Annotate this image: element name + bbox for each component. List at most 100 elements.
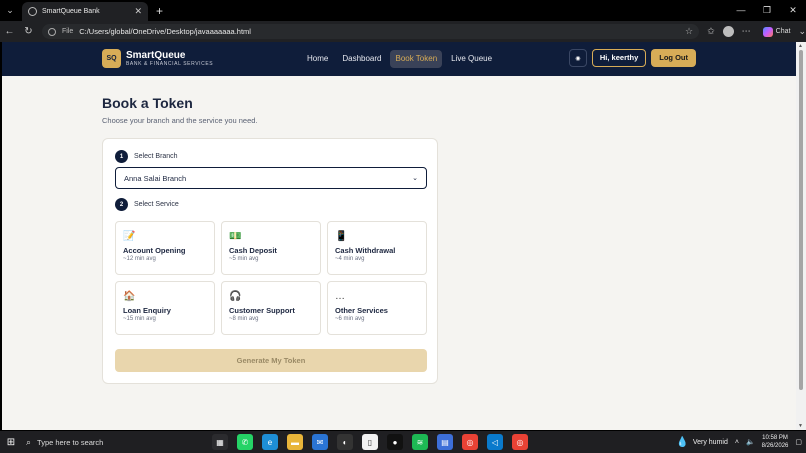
service-cash-deposit[interactable]: 💵 Cash Deposit ~5 min avg <box>221 221 321 275</box>
profile-avatar[interactable] <box>722 26 734 37</box>
reload-icon[interactable]: ↻ <box>19 26 38 37</box>
menu-dots-icon[interactable]: ⋯ <box>742 26 751 37</box>
branch-select[interactable]: Anna Salai Branch ⌄ <box>115 167 427 189</box>
chrome-icon[interactable]: ◎ <box>462 434 478 450</box>
service-name: Loan Enquiry <box>123 306 171 315</box>
service-name: Cash Withdrawal <box>335 246 396 255</box>
tray-chevron-up-icon[interactable]: ˄ <box>735 439 739 446</box>
clock-time: 10:58 PM <box>762 435 788 441</box>
url-scheme: File <box>61 28 74 35</box>
window-close-icon[interactable]: ✕ <box>780 0 806 21</box>
step-label: Select Branch <box>134 153 178 160</box>
service-name: Cash Deposit <box>229 246 277 255</box>
notifications-icon[interactable]: ▢ <box>795 438 802 446</box>
service-name: Customer Support <box>229 306 295 315</box>
scrollbar-thumb[interactable] <box>799 50 803 390</box>
vscode-icon[interactable]: ◁ <box>487 434 503 450</box>
bookmark-star-icon[interactable]: ☆ <box>685 26 693 37</box>
edge-icon[interactable]: e <box>262 434 278 450</box>
back-icon[interactable]: ← <box>0 26 19 37</box>
minimize-icon[interactable]: — <box>728 0 754 21</box>
file-explorer-icon[interactable]: ▬ <box>287 434 303 450</box>
taskbar-search[interactable]: ⌕ Type here to search <box>26 431 172 453</box>
widgets-icon[interactable]: ▤ <box>437 434 453 450</box>
browser-window: ⌄ SmartQueue Bank ✕ + — ❐ ✕ ← ↻ File C:/… <box>0 0 806 453</box>
step-service: 2 Select Service <box>115 198 179 211</box>
brand-name: SmartQueue <box>126 49 186 61</box>
tab-strip: ⌄ SmartQueue Bank ✕ + — ❐ ✕ <box>0 0 806 21</box>
address-bar[interactable]: File C:/Users/global/OneDrive/Desktop/ja… <box>41 24 700 39</box>
user-greeting-button[interactable]: Hi, keerthy <box>591 49 647 67</box>
service-other[interactable]: … Other Services ~6 min avg <box>327 281 427 335</box>
new-tab-icon[interactable]: + <box>156 4 163 18</box>
step-number: 2 <box>115 198 128 211</box>
brand-subtitle: BANK & FINANCIAL SERVICES <box>126 60 214 67</box>
maximize-icon[interactable]: ❐ <box>754 0 780 21</box>
service-time: ~5 min avg <box>229 256 259 262</box>
copilot-icon <box>762 26 773 37</box>
headphones-icon: 🎧 <box>229 291 242 302</box>
step-branch: 1 Select Branch <box>115 150 178 163</box>
tab-title: SmartQueue Bank <box>42 8 100 15</box>
mail-icon[interactable]: ✉ <box>312 434 328 450</box>
nav-links: Home Dashboard Book Token Live Queue <box>302 50 497 68</box>
branch-value: Anna Salai Branch <box>124 173 187 183</box>
brand-logo: SQ <box>102 49 121 68</box>
service-name: Account Opening <box>123 246 186 255</box>
app-navbar: SQ SmartQueue BANK & FINANCIAL SERVICES … <box>2 42 796 76</box>
app-icon[interactable]: ◐ <box>337 434 353 450</box>
service-grid: 📝 Account Opening ~12 min avg 💵 Cash Dep… <box>115 221 427 335</box>
nav-book-token[interactable]: Book Token <box>390 50 443 68</box>
favorites-icon[interactable]: ✩ <box>707 26 715 37</box>
system-tray: 💧 Very humid ˄ 🔈 10:58 PM 8/26/2026 ▢ <box>676 431 802 453</box>
service-account-opening[interactable]: 📝 Account Opening ~12 min avg <box>115 221 215 275</box>
nav-live-queue[interactable]: Live Queue <box>446 50 497 68</box>
spotify-icon[interactable]: ≋ <box>412 434 428 450</box>
logout-button[interactable]: Log Out <box>651 49 696 67</box>
cash-icon: 💵 <box>229 231 242 242</box>
github-icon[interactable]: ● <box>387 434 403 450</box>
tab-search-icon[interactable]: ⌄ <box>0 0 20 21</box>
booking-card: 1 Select Branch Anna Salai Branch ⌄ 2 Se… <box>102 138 438 384</box>
window-controls: — ❐ ✕ <box>728 0 806 21</box>
chevron-down-icon: ⌄ <box>412 175 418 182</box>
page-scrollbar[interactable]: ▲ ▼ <box>796 42 806 430</box>
chrome-profile-icon[interactable]: ◎ <box>512 434 528 450</box>
service-time: ~12 min avg <box>123 256 156 262</box>
clock[interactable]: 10:58 PM 8/26/2026 <box>762 434 789 450</box>
service-cash-withdrawal[interactable]: 📱 Cash Withdrawal ~4 min avg <box>327 221 427 275</box>
theme-toggle-icon[interactable]: ◉ <box>568 49 587 67</box>
task-view-icon[interactable]: ▦ <box>212 434 228 450</box>
scroll-up-icon[interactable]: ▲ <box>798 43 803 49</box>
service-loan-enquiry[interactable]: 🏠 Loan Enquiry ~15 min avg <box>115 281 215 335</box>
browser-toolbar: ← ↻ File C:/Users/global/OneDrive/Deskto… <box>0 21 806 42</box>
atm-icon: 📱 <box>335 231 348 242</box>
taskbar-apps: ▦ ✆ e ▬ ✉ ◐ ▯ ● ≋ ▤ ◎ ◁ ◎ <box>212 434 528 450</box>
search-icon: ⌕ <box>26 436 32 447</box>
volume-icon[interactable]: 🔈 <box>746 438 755 446</box>
document-icon[interactable]: ▯ <box>362 434 378 450</box>
nav-home[interactable]: Home <box>302 50 333 68</box>
generate-token-button[interactable]: Generate My Token <box>115 349 427 372</box>
whatsapp-icon[interactable]: ✆ <box>237 434 253 450</box>
windows-start-icon[interactable]: ⊞ <box>0 437 22 448</box>
brand[interactable]: SQ SmartQueue BANK & FINANCIAL SERVICES <box>102 49 213 68</box>
weather-widget[interactable]: 💧 Very humid <box>676 437 727 448</box>
url-text[interactable]: C:/Users/global/OneDrive/Desktop/javaaaa… <box>79 27 251 36</box>
page-viewport: SQ SmartQueue BANK & FINANCIAL SERVICES … <box>2 42 796 430</box>
clock-date: 8/26/2026 <box>761 443 789 449</box>
chevron-down-icon[interactable]: ⌄ <box>798 26 806 37</box>
service-time: ~15 min avg <box>123 316 156 322</box>
nav-dashboard[interactable]: Dashboard <box>337 50 386 68</box>
site-info-icon[interactable] <box>47 27 56 36</box>
more-icon: … <box>335 291 345 302</box>
browser-tab[interactable]: SmartQueue Bank ✕ <box>22 2 148 21</box>
tab-close-icon[interactable]: ✕ <box>134 6 142 17</box>
page-subtitle: Choose your branch and the service you n… <box>102 116 258 125</box>
scroll-down-icon[interactable]: ▼ <box>798 423 803 429</box>
copilot-chat-button[interactable]: Chat <box>762 26 790 37</box>
service-customer-support[interactable]: 🎧 Customer Support ~8 min avg <box>221 281 321 335</box>
windows-taskbar: ⊞ ⌕ Type here to search ▦ ✆ e ▬ ✉ ◐ ▯ ● … <box>0 431 806 453</box>
toolbar-icons: ✩ ⋯ Chat ⌄ <box>707 26 806 37</box>
page-title: Book a Token <box>102 95 193 111</box>
